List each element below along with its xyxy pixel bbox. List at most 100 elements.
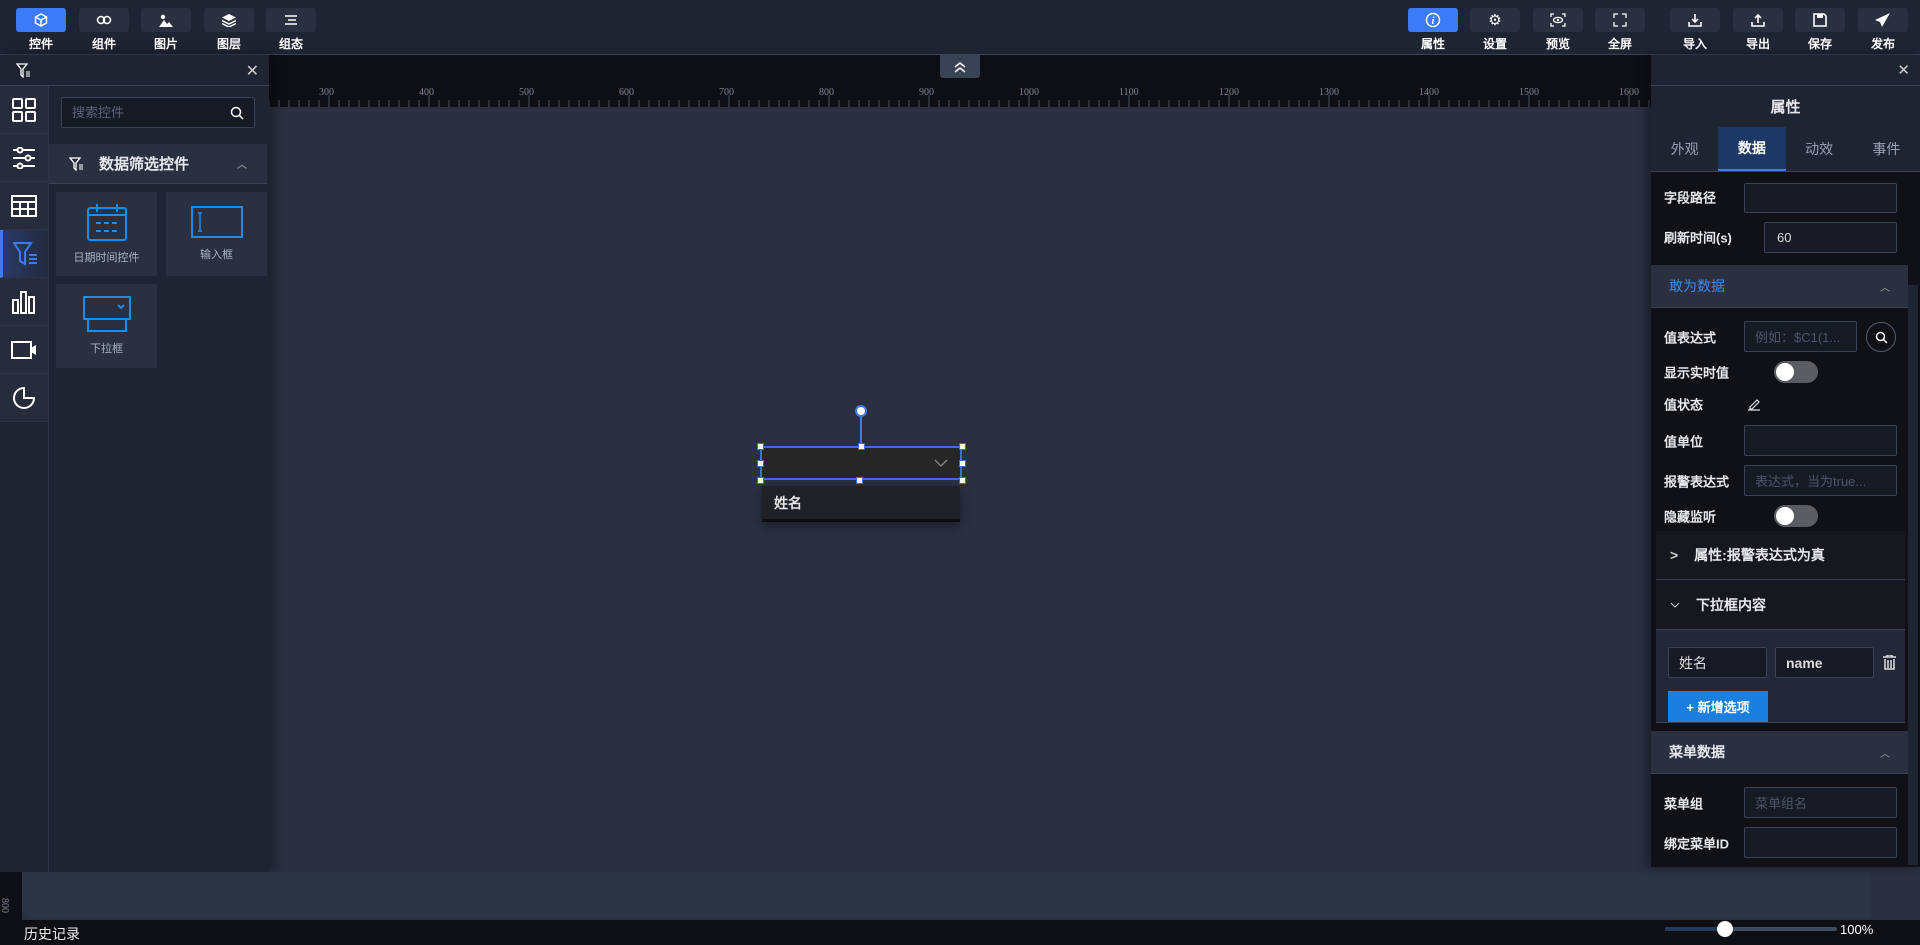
toolbar-components-button[interactable]: 组件 <box>79 8 129 52</box>
toolbar-layers-button[interactable]: 图层 <box>204 8 254 52</box>
alarm-expr-input[interactable]: 表达式，当为true... <box>1744 465 1897 496</box>
widget-dropdown[interactable]: 下拉框 <box>56 284 157 368</box>
resize-handle[interactable] <box>757 443 764 450</box>
resize-handle[interactable] <box>757 477 764 484</box>
widget-input[interactable]: 输入框 <box>166 192 267 276</box>
panel-title: 属性 <box>1651 86 1920 127</box>
tab-3[interactable]: 事件 <box>1853 127 1920 171</box>
collapse-alarm-true[interactable]: > 属性:报警表达式为真 <box>1656 531 1905 580</box>
sidebar-item-filter[interactable] <box>0 230 48 278</box>
label: 控件 <box>28 37 53 51</box>
value-expr-input[interactable]: 例如：$C1(1... <box>1744 321 1857 352</box>
align-icon <box>285 15 297 25</box>
trash-icon[interactable] <box>1883 655 1896 670</box>
toolbar-properties-button[interactable]: i 属性 <box>1408 8 1458 52</box>
label: 保存 <box>1807 37 1832 51</box>
filter-icon <box>16 63 30 78</box>
widget-label: 下拉框 <box>90 343 123 355</box>
close-icon[interactable]: ✕ <box>246 61 259 81</box>
resize-handle[interactable] <box>959 460 966 467</box>
add-option-button[interactable]: + 新增选项 <box>1668 691 1768 722</box>
section-header[interactable]: 菜单数据 ︿ <box>1651 731 1908 774</box>
dropdown-icon <box>82 296 131 332</box>
svg-text:i: i <box>1432 16 1435 27</box>
tab-0[interactable]: 外观 <box>1651 127 1718 171</box>
dropdown-widget[interactable] <box>760 446 962 480</box>
resize-handle[interactable] <box>858 443 865 450</box>
sidebar-item-chart[interactable] <box>0 278 48 326</box>
export-icon <box>1751 13 1765 27</box>
value-unit-input[interactable] <box>1744 425 1897 456</box>
tabs: 外观 数据 动效 事件 <box>1651 127 1920 172</box>
tab-1[interactable]: 数据 <box>1718 127 1786 171</box>
toolbar-save-button[interactable]: 保存 <box>1795 8 1845 52</box>
search-icon <box>1875 331 1888 344</box>
resize-handle[interactable] <box>959 443 966 450</box>
collapse-toolbar-button[interactable] <box>940 55 980 78</box>
fullscreen-icon <box>1613 13 1627 27</box>
zoom-slider[interactable] <box>1665 927 1837 931</box>
collapse-dropdown-content[interactable]: 下拉框内容 <box>1656 580 1905 630</box>
menu-id-label: 绑定菜单ID <box>1664 836 1730 852</box>
right-scrollbar[interactable] <box>1908 285 1918 865</box>
resize-handle[interactable] <box>757 460 764 467</box>
toolbar-images-button[interactable]: 图片 <box>141 8 191 52</box>
toolbar-export-button[interactable]: 导出 <box>1733 8 1783 52</box>
dropdown-option[interactable]: 姓名 <box>774 493 802 513</box>
label: 组态 <box>278 37 303 51</box>
toolbar-import-button[interactable]: 导入 <box>1670 8 1720 52</box>
toolbar-preview-button[interactable]: 预览 <box>1533 8 1583 52</box>
horizontal-scroll-area[interactable] <box>22 872 1871 918</box>
history-link[interactable]: 历史记录 <box>24 924 80 944</box>
widget-label: 输入框 <box>200 249 233 261</box>
search-input[interactable] <box>61 97 255 128</box>
sidebar-item-table[interactable] <box>0 182 48 230</box>
resize-handle[interactable] <box>856 477 863 484</box>
save-icon <box>1813 13 1827 27</box>
video-icon <box>11 340 36 359</box>
resize-handle[interactable] <box>959 477 966 484</box>
close-icon[interactable]: ✕ <box>1897 61 1910 79</box>
category-header[interactable]: 数据筛选控件 ︿ <box>49 144 267 184</box>
collapse-title: 属性:报警表达式为真 <box>1694 547 1825 563</box>
toolbar-controls-button[interactable]: 控件 <box>16 8 66 52</box>
sidebar-item-pie[interactable] <box>0 374 48 422</box>
search-field[interactable] <box>72 105 222 120</box>
label: 设置 <box>1482 37 1507 51</box>
menu-group-input[interactable]: 菜单组名 <box>1744 787 1897 818</box>
rotate-handle-line <box>860 417 862 446</box>
zoom-slider-thumb[interactable] <box>1717 921 1733 937</box>
rotate-handle[interactable] <box>855 405 867 417</box>
refresh-input[interactable]: 60 <box>1764 222 1897 253</box>
search-button[interactable] <box>1866 322 1896 352</box>
calendar-icon <box>86 204 127 241</box>
label: 发布 <box>1870 37 1895 51</box>
edit-icon[interactable] <box>1747 397 1761 411</box>
show-realtime-label: 显示实时值 <box>1664 365 1730 381</box>
sidebar-item-video[interactable] <box>0 326 48 374</box>
option-label-input[interactable]: 姓名 <box>1668 647 1767 678</box>
chevron-up-icon: ︿ <box>237 160 247 171</box>
menu-id-input[interactable] <box>1744 827 1897 858</box>
show-realtime-toggle[interactable] <box>1774 361 1818 383</box>
chevron-up-icon: ︿ <box>1880 748 1890 760</box>
option-value-input[interactable]: name <box>1775 647 1874 678</box>
gear-icon: ⚙ <box>1488 12 1502 29</box>
section-header[interactable]: 敢为数据 ︿ <box>1651 265 1908 308</box>
menu-group-label: 菜单组 <box>1664 796 1704 812</box>
sidebar-item-sliders[interactable] <box>0 134 48 182</box>
toolbar-settings-button[interactable]: ⚙ 设置 <box>1470 8 1520 52</box>
sidebar-item-grid[interactable] <box>0 86 48 134</box>
hide-listen-toggle[interactable] <box>1774 505 1818 527</box>
toolbar-publish-button[interactable]: 发布 <box>1858 8 1908 52</box>
toolbar-fullscreen-button[interactable]: 全屏 <box>1595 8 1645 52</box>
pie-chart-icon <box>13 386 36 409</box>
dropdown-menu: 姓名 <box>762 486 960 522</box>
field-path-input[interactable] <box>1744 183 1897 213</box>
tab-2[interactable]: 动效 <box>1786 127 1853 171</box>
widget-datetime[interactable]: 日期时间控件 <box>56 192 157 276</box>
toolbar-config-button[interactable]: 组态 <box>266 8 316 52</box>
value-state-label: 值状态 <box>1664 397 1704 413</box>
label: 导出 <box>1745 37 1770 51</box>
widget-label: 日期时间控件 <box>73 252 140 264</box>
